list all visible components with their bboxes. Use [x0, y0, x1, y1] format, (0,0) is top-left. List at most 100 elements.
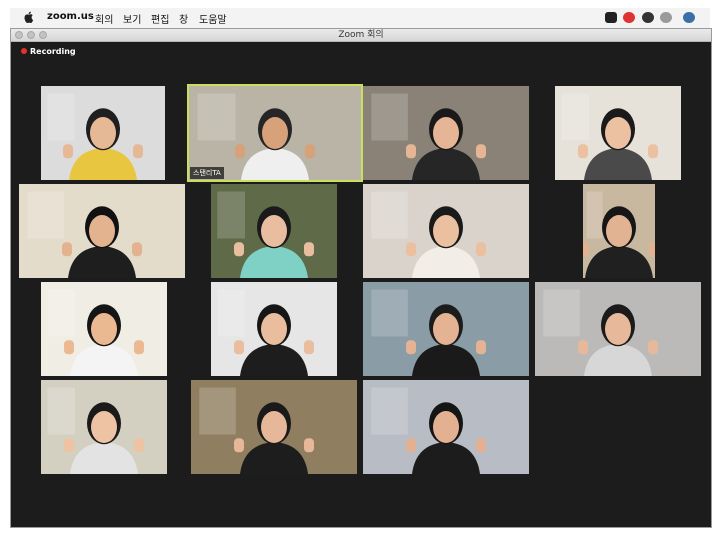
- participant-face: [90, 117, 116, 149]
- apple-icon[interactable]: [24, 11, 34, 23]
- background-window: [217, 191, 246, 239]
- participant-video: [555, 86, 681, 180]
- background-window: [371, 387, 408, 435]
- participant-face: [433, 313, 459, 345]
- participant-video: [363, 380, 529, 474]
- participant-video: [211, 184, 337, 278]
- background-window: [47, 289, 76, 337]
- video-tile[interactable]: [211, 184, 337, 278]
- video-tile[interactable]: [191, 380, 357, 474]
- thumb-up-right: [134, 340, 144, 355]
- video-tile[interactable]: [555, 86, 681, 180]
- participant-name: 스탠리TA: [190, 167, 224, 179]
- thumb-up-left: [235, 144, 245, 159]
- thumb-up-right: [476, 438, 486, 453]
- thumb-up-right: [304, 242, 314, 257]
- notification-icon[interactable]: [623, 12, 635, 23]
- eye-icon[interactable]: [660, 12, 672, 23]
- participant-face: [433, 117, 459, 149]
- window-title: Zoom 회의: [338, 30, 384, 40]
- video-tile[interactable]: [363, 282, 529, 376]
- video-tile[interactable]: [41, 282, 167, 376]
- zoom-status-icon[interactable]: [605, 12, 617, 23]
- background-window: [371, 191, 408, 239]
- zoom-meeting-window: Zoom 회의 Recording 스탠리TA: [10, 28, 712, 528]
- background-window: [561, 93, 590, 141]
- participant-face: [262, 117, 288, 149]
- participant-video: [363, 184, 529, 278]
- video-tile[interactable]: [211, 282, 337, 376]
- video-tile[interactable]: [363, 184, 529, 278]
- thumb-up-left: [578, 340, 588, 355]
- thumb-up-right: [304, 438, 314, 453]
- background-window: [371, 289, 408, 337]
- video-tile[interactable]: [535, 282, 701, 376]
- menu-view[interactable]: 보기: [123, 11, 141, 26]
- thumb-up-left: [234, 242, 244, 257]
- thumb-up-right: [304, 340, 314, 355]
- upload-icon[interactable]: [642, 12, 654, 23]
- app-name-menu[interactable]: zoom.us: [47, 11, 94, 22]
- participant-video: [583, 184, 655, 278]
- background-window: [543, 289, 580, 337]
- participant-video: [41, 380, 167, 474]
- participant-video: [211, 282, 337, 376]
- thumb-up-right: [133, 144, 143, 159]
- participant-face: [606, 215, 632, 247]
- thumb-up-left: [62, 242, 72, 257]
- video-tile[interactable]: [363, 86, 529, 180]
- participant-video: [191, 380, 357, 474]
- thumb-up-right: [476, 340, 486, 355]
- menu-window[interactable]: 창: [179, 11, 188, 26]
- thumb-up-right: [476, 242, 486, 257]
- menu-help[interactable]: 도움말: [199, 11, 227, 26]
- participant-face: [605, 117, 631, 149]
- thumb-up-left: [64, 438, 74, 453]
- participant-video: [41, 86, 165, 180]
- background-window: [27, 191, 64, 239]
- video-tile[interactable]: [583, 184, 655, 278]
- thumb-up-left: [406, 438, 416, 453]
- thumb-up-left: [234, 438, 244, 453]
- user-account-icon[interactable]: [683, 12, 695, 23]
- thumb-up-left: [406, 340, 416, 355]
- background-window: [586, 191, 603, 239]
- participant-face: [91, 313, 117, 345]
- participant-face: [91, 411, 117, 443]
- menu-meeting[interactable]: 회의: [95, 11, 113, 26]
- participant-video: [19, 184, 185, 278]
- participant-video: [189, 86, 361, 180]
- participant-video: [535, 282, 701, 376]
- video-tile[interactable]: [41, 380, 167, 474]
- participant-face: [605, 313, 631, 345]
- menu-bar: zoom.us 회의 보기 편집 창 도움말: [10, 8, 710, 29]
- thumb-up-right: [132, 242, 142, 257]
- thumb-up-left: [406, 144, 416, 159]
- background-window: [197, 93, 236, 141]
- recording-label: Recording: [30, 47, 76, 56]
- thumb-up-left: [63, 144, 73, 159]
- background-window: [217, 289, 246, 337]
- thumb-up-right: [649, 242, 655, 257]
- video-tile[interactable]: 스탠리TA: [189, 86, 361, 180]
- thumb-up-left: [406, 242, 416, 257]
- meeting-content: Recording 스탠리TA: [11, 42, 711, 527]
- thumb-up-left: [64, 340, 74, 355]
- participant-face: [89, 215, 115, 247]
- thumb-up-right: [305, 144, 315, 159]
- video-tile[interactable]: [41, 86, 165, 180]
- participant-face: [433, 215, 459, 247]
- menu-edit[interactable]: 편집: [151, 11, 169, 26]
- window-titlebar[interactable]: Zoom 회의: [11, 29, 711, 42]
- background-window: [47, 93, 75, 141]
- participant-video: [363, 86, 529, 180]
- participant-face: [261, 411, 287, 443]
- thumb-up-left: [583, 242, 589, 257]
- thumb-up-right: [648, 340, 658, 355]
- participant-face: [261, 313, 287, 345]
- background-window: [199, 387, 236, 435]
- background-window: [371, 93, 408, 141]
- video-tile[interactable]: [363, 380, 529, 474]
- thumb-up-right: [648, 144, 658, 159]
- video-tile[interactable]: [19, 184, 185, 278]
